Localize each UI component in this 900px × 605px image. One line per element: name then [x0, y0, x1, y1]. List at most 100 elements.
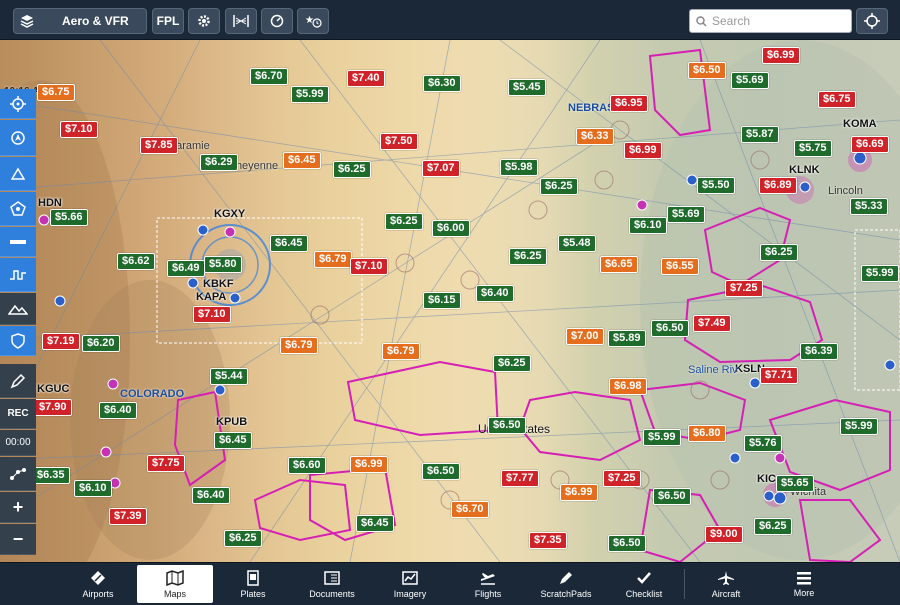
fuel-price-label[interactable]: $5.50 [697, 177, 735, 194]
fuel-price-label[interactable]: $6.79 [280, 337, 318, 354]
tab-aircraft[interactable]: Aircraft [688, 565, 764, 603]
fuel-price-label[interactable]: $6.10 [629, 217, 667, 234]
fuel-price-label[interactable]: $6.40 [192, 487, 230, 504]
zoom-in-button[interactable]: + [0, 492, 36, 523]
fuel-price-label[interactable]: $6.45 [356, 515, 394, 532]
fuel-price-label[interactable]: $7.10 [60, 121, 98, 138]
fuel-price-label[interactable]: $6.70 [451, 501, 489, 518]
fuel-price-label[interactable]: $5.44 [210, 368, 248, 385]
fuel-price-label[interactable]: $5.48 [558, 235, 596, 252]
fuel-price-label[interactable]: $6.20 [82, 335, 120, 352]
fuel-price-label[interactable]: $5.89 [608, 330, 646, 347]
fuel-price-label[interactable]: $6.25 [760, 244, 798, 261]
fuel-price-label[interactable]: $6.75 [37, 84, 75, 101]
fpl-button[interactable]: FPL [152, 8, 184, 34]
airport-label[interactable]: KOMA [843, 118, 877, 130]
fuel-price-label[interactable]: $6.65 [600, 256, 638, 273]
fuel-price-label[interactable]: $6.50 [422, 463, 460, 480]
fuel-price-label[interactable]: $9.00 [705, 526, 743, 543]
airport-label[interactable]: HDN [38, 197, 62, 209]
settings-button[interactable] [188, 8, 220, 34]
tab-maps[interactable]: Maps [137, 565, 213, 603]
fuel-price-label[interactable]: $6.50 [653, 488, 691, 505]
airport-label[interactable]: KIC [757, 473, 776, 485]
fuel-price-label[interactable]: $6.10 [74, 480, 112, 497]
tab-imagery[interactable]: Imagery [372, 565, 448, 603]
search-input[interactable] [712, 14, 842, 28]
airport-label[interactable]: KGUC [37, 383, 69, 395]
record-button[interactable]: REC [0, 399, 36, 429]
fuel-price-label[interactable]: $6.99 [624, 142, 662, 159]
fuel-price-label[interactable]: $6.79 [382, 343, 420, 360]
fuel-price-label[interactable]: $6.29 [200, 154, 238, 171]
fuel-price-label[interactable]: $6.99 [560, 484, 598, 501]
fuel-price-label[interactable]: $6.50 [688, 62, 726, 79]
fuel-price-label[interactable]: $6.55 [661, 258, 699, 275]
fuel-price-label[interactable]: $5.80 [204, 256, 242, 273]
fuel-price-label[interactable]: $6.98 [609, 378, 647, 395]
fuel-price-label[interactable]: $5.69 [667, 206, 705, 223]
fuel-price-label[interactable]: $7.50 [380, 133, 418, 150]
instruments-button[interactable] [261, 8, 293, 34]
fuel-price-label[interactable]: $7.10 [193, 306, 231, 323]
fuel-price-label[interactable]: $6.45 [283, 152, 321, 169]
fuel-price-label[interactable]: $6.25 [754, 518, 792, 535]
draw-button[interactable] [0, 157, 36, 191]
fuel-price-label[interactable]: $6.40 [99, 402, 137, 419]
tab-checklist[interactable]: Checklist [606, 565, 682, 603]
airport-label[interactable]: KBKF [203, 278, 234, 290]
fuel-price-label[interactable]: $6.25 [224, 530, 262, 547]
fuel-price-label[interactable]: $6.45 [214, 432, 252, 449]
fuel-price-label[interactable]: $7.90 [34, 399, 72, 416]
fuel-price-label[interactable]: $7.00 [566, 328, 604, 345]
fuel-price-label[interactable]: $6.25 [509, 248, 547, 265]
fuel-price-label[interactable]: $7.19 [42, 333, 80, 350]
fuel-price-label[interactable]: $7.07 [422, 160, 460, 177]
fuel-price-label[interactable]: $5.69 [731, 72, 769, 89]
fuel-price-label[interactable]: $5.75 [794, 140, 832, 157]
fuel-price-label[interactable]: $5.87 [741, 126, 779, 143]
fuel-price-label[interactable]: $6.00 [432, 220, 470, 237]
procedure-advisor-button[interactable] [225, 8, 257, 34]
fuel-price-label[interactable]: $6.95 [610, 95, 648, 112]
search-field[interactable] [689, 9, 852, 33]
fuel-price-label[interactable]: $5.76 [744, 435, 782, 452]
fuel-price-label[interactable]: $6.40 [476, 285, 514, 302]
fuel-price-label[interactable]: $6.50 [488, 417, 526, 434]
fuel-price-label[interactable]: $7.49 [693, 315, 731, 332]
fuel-price-label[interactable]: $6.45 [270, 235, 308, 252]
fuel-price-label[interactable]: $6.70 [250, 68, 288, 85]
fuel-price-label[interactable]: $6.75 [818, 91, 856, 108]
route-button[interactable] [0, 457, 36, 491]
fuel-price-label[interactable]: $5.65 [776, 475, 814, 492]
fuel-price-label[interactable]: $7.35 [529, 532, 567, 549]
fuel-price-label[interactable]: $5.99 [643, 429, 681, 446]
annotate-button[interactable] [0, 364, 36, 398]
airport-label[interactable]: KPUB [216, 416, 247, 428]
locate-button[interactable] [856, 8, 888, 34]
fuel-price-label[interactable]: $5.66 [50, 209, 88, 226]
fuel-price-label[interactable]: $6.89 [759, 177, 797, 194]
fuel-price-label[interactable]: $6.25 [385, 213, 423, 230]
layers-button[interactable]: Aero & VFR [13, 8, 147, 34]
hazard-button[interactable] [0, 192, 36, 226]
fuel-price-label[interactable]: $5.99 [840, 418, 878, 435]
fuel-price-label[interactable]: $7.10 [350, 258, 388, 275]
track-up-button[interactable] [0, 120, 36, 156]
tab-documents[interactable]: Documents [294, 565, 370, 603]
fuel-price-label[interactable]: $7.40 [347, 70, 385, 87]
fuel-price-label[interactable]: $6.49 [167, 260, 205, 277]
fuel-price-label[interactable]: $5.98 [500, 159, 538, 176]
fuel-price-label[interactable]: $7.85 [140, 137, 178, 154]
fuel-price-label[interactable]: $6.69 [851, 136, 889, 153]
fuel-price-label[interactable]: $5.45 [508, 79, 546, 96]
shield-button[interactable] [0, 326, 36, 356]
recents-button[interactable]: ★ [297, 8, 329, 34]
fuel-price-label[interactable]: $6.60 [288, 457, 326, 474]
ruler-button[interactable] [0, 227, 36, 257]
terrain-button[interactable] [0, 293, 36, 325]
fuel-price-label[interactable]: $5.99 [861, 265, 899, 282]
airport-label[interactable]: KLNK [789, 164, 820, 176]
zoom-out-button[interactable]: − [0, 524, 36, 555]
tab-airports[interactable]: Airports [60, 565, 136, 603]
